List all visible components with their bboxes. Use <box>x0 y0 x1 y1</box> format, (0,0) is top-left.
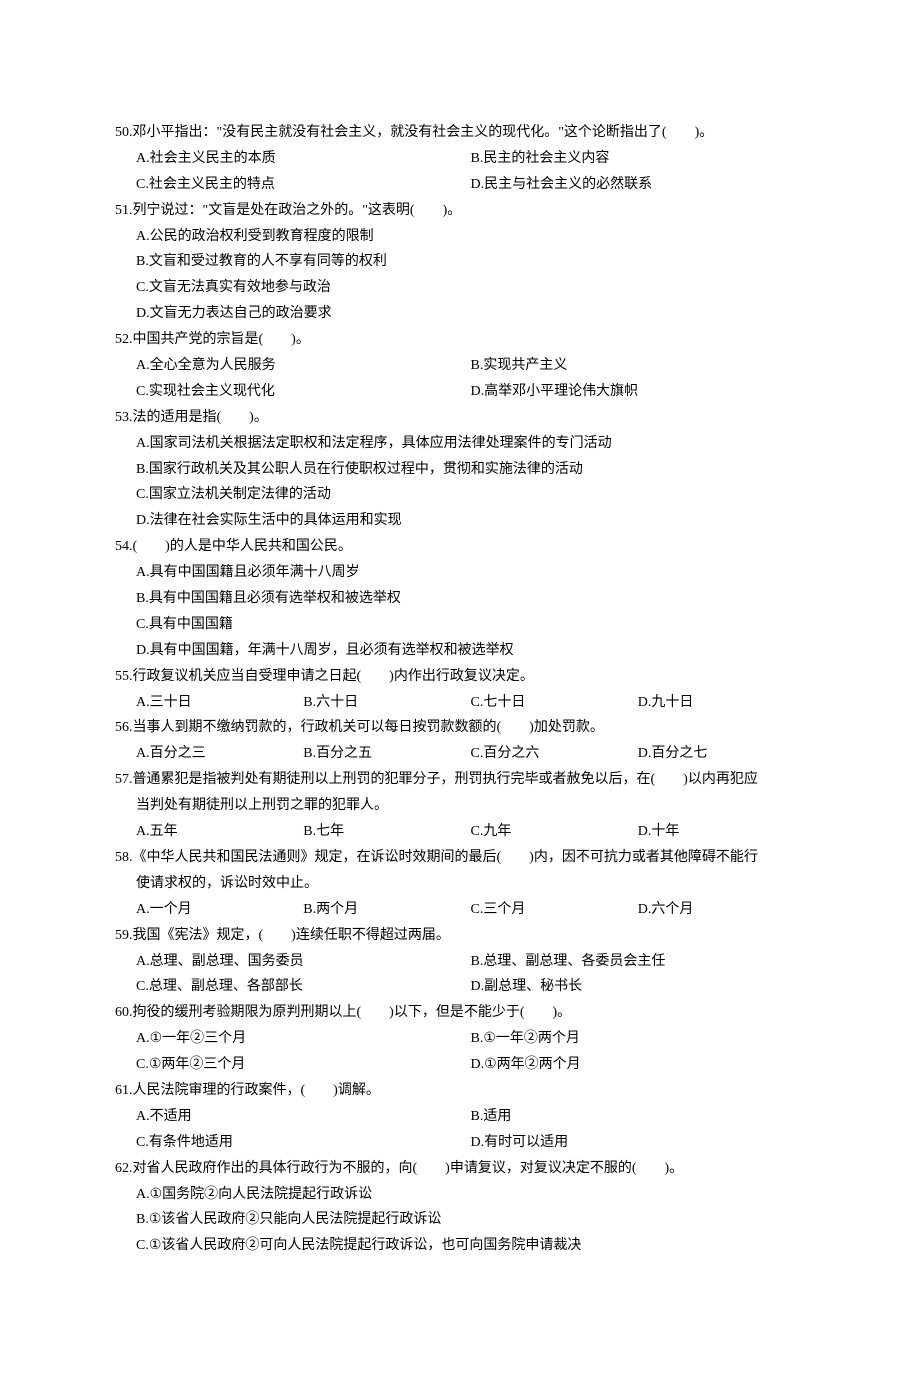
option-a[interactable]: A.社会主义民主的本质 <box>136 146 471 172</box>
question-stem: 58.《中华人民共和国民法通则》规定，在诉讼时效期间的最后( )内，因不可抗力或… <box>115 845 805 871</box>
option-b[interactable]: B.国家行政机关及其公职人员在行使职权过程中，贯彻和实施法律的活动 <box>115 457 805 483</box>
option-d[interactable]: D.①两年②两个月 <box>471 1052 806 1078</box>
option-c[interactable]: C.九年 <box>471 819 638 845</box>
question-stem: 57.普通累犯是指被判处有期徒刑以上刑罚的犯罪分子，刑罚执行完毕或者赦免以后，在… <box>115 767 805 793</box>
option-b[interactable]: B.民主的社会主义内容 <box>471 146 806 172</box>
question-stem: 55.行政复议机关应当自受理申请之日起( )内作出行政复议决定。 <box>115 664 805 690</box>
option-a[interactable]: A.①一年②三个月 <box>136 1026 471 1052</box>
option-a[interactable]: A.全心全意为人民服务 <box>136 353 471 379</box>
option-d[interactable]: D.法律在社会实际生活中的具体运用和实现 <box>115 508 805 534</box>
question-56: 56.当事人到期不缴纳罚款的，行政机关可以每日按罚款数额的( )加处罚款。 A.… <box>115 715 805 767</box>
option-b[interactable]: B.实现共产主义 <box>471 353 806 379</box>
option-a[interactable]: A.百分之三 <box>136 741 303 767</box>
option-d[interactable]: D.六个月 <box>638 897 805 923</box>
option-b[interactable]: B.①该省人民政府②只能向人民法院提起行政诉讼 <box>115 1207 805 1233</box>
option-a[interactable]: A.不适用 <box>136 1104 471 1130</box>
question-61: 61.人民法院审理的行政案件，( )调解。 A.不适用 B.适用 C.有条件地适… <box>115 1078 805 1156</box>
option-c[interactable]: C.实现社会主义现代化 <box>136 379 471 405</box>
option-c[interactable]: C.七十日 <box>471 690 638 716</box>
option-c[interactable]: C.总理、副总理、各部部长 <box>136 974 471 1000</box>
option-d[interactable]: D.十年 <box>638 819 805 845</box>
option-b[interactable]: B.六十日 <box>303 690 470 716</box>
option-c[interactable]: C.国家立法机关制定法律的活动 <box>115 482 805 508</box>
option-b[interactable]: B.适用 <box>471 1104 806 1130</box>
question-53: 53.法的适用是指( )。 A.国家司法机关根据法定职权和法定程序，具体应用法律… <box>115 405 805 534</box>
question-stem: 52.中国共产党的宗旨是( )。 <box>115 327 805 353</box>
question-57: 57.普通累犯是指被判处有期徒刑以上刑罚的犯罪分子，刑罚执行完毕或者赦免以后，在… <box>115 767 805 845</box>
question-50: 50.邓小平指出："没有民主就没有社会主义，就没有社会主义的现代化。"这个论断指… <box>115 120 805 198</box>
option-a[interactable]: A.公民的政治权利受到教育程度的限制 <box>115 224 805 250</box>
option-c[interactable]: C.①该省人民政府②可向人民法院提起行政诉讼，也可向国务院申请裁决 <box>115 1233 805 1259</box>
option-c[interactable]: C.百分之六 <box>471 741 638 767</box>
question-stem: 62.对省人民政府作出的具体行政行为不服的，向( )申请复议，对复议决定不服的(… <box>115 1156 805 1182</box>
option-d[interactable]: D.九十日 <box>638 690 805 716</box>
option-c[interactable]: C.有条件地适用 <box>136 1130 471 1156</box>
option-c[interactable]: C.①两年②三个月 <box>136 1052 471 1078</box>
option-d[interactable]: D.百分之七 <box>638 741 805 767</box>
question-stem: 50.邓小平指出："没有民主就没有社会主义，就没有社会主义的现代化。"这个论断指… <box>115 120 805 146</box>
option-a[interactable]: A.五年 <box>136 819 303 845</box>
option-d[interactable]: D.副总理、秘书长 <box>471 974 806 1000</box>
question-54: 54.( )的人是中华人民共和国公民。 A.具有中国国籍且必须年满十八周岁 B.… <box>115 534 805 663</box>
option-a[interactable]: A.总理、副总理、国务委员 <box>136 949 471 975</box>
question-stem: 56.当事人到期不缴纳罚款的，行政机关可以每日按罚款数额的( )加处罚款。 <box>115 715 805 741</box>
option-b[interactable]: B.两个月 <box>303 897 470 923</box>
question-51: 51.列宁说过："文盲是处在政治之外的。"这表明( )。 A.公民的政治权利受到… <box>115 198 805 327</box>
question-59: 59.我国《宪法》规定，( )连续任职不得超过两届。 A.总理、副总理、国务委员… <box>115 923 805 1001</box>
option-b[interactable]: B.总理、副总理、各委员会主任 <box>471 949 806 975</box>
option-a[interactable]: A.①国务院②向人民法院提起行政诉讼 <box>115 1182 805 1208</box>
question-stem: 53.法的适用是指( )。 <box>115 405 805 431</box>
option-d[interactable]: D.有时可以适用 <box>471 1130 806 1156</box>
question-stem: 59.我国《宪法》规定，( )连续任职不得超过两届。 <box>115 923 805 949</box>
option-b[interactable]: B.百分之五 <box>303 741 470 767</box>
option-a[interactable]: A.国家司法机关根据法定职权和法定程序，具体应用法律处理案件的专门活动 <box>115 431 805 457</box>
option-d[interactable]: D.具有中国国籍，年满十八周岁，且必须有选举权和被选举权 <box>115 638 805 664</box>
question-stem-cont: 当判处有期徒刑以上刑罚之罪的犯罪人。 <box>115 793 805 819</box>
option-a[interactable]: A.三十日 <box>136 690 303 716</box>
option-d[interactable]: D.文盲无力表达自己的政治要求 <box>115 301 805 327</box>
option-c[interactable]: C.文盲无法真实有效地参与政治 <box>115 275 805 301</box>
question-stem: 51.列宁说过："文盲是处在政治之外的。"这表明( )。 <box>115 198 805 224</box>
option-d[interactable]: D.高举邓小平理论伟大旗帜 <box>471 379 806 405</box>
question-60: 60.拘役的缓刑考验期限为原判刑期以上( )以下，但是不能少于( )。 A.①一… <box>115 1000 805 1078</box>
option-b[interactable]: B.七年 <box>303 819 470 845</box>
question-58: 58.《中华人民共和国民法通则》规定，在诉讼时效期间的最后( )内，因不可抗力或… <box>115 845 805 923</box>
option-b[interactable]: B.文盲和受过教育的人不享有同等的权利 <box>115 249 805 275</box>
question-stem: 61.人民法院审理的行政案件，( )调解。 <box>115 1078 805 1104</box>
option-a[interactable]: A.具有中国国籍且必须年满十八周岁 <box>115 560 805 586</box>
option-c[interactable]: C.三个月 <box>471 897 638 923</box>
option-c[interactable]: C.具有中国国籍 <box>115 612 805 638</box>
question-52: 52.中国共产党的宗旨是( )。 A.全心全意为人民服务 B.实现共产主义 C.… <box>115 327 805 405</box>
option-b[interactable]: B.具有中国国籍且必须有选举权和被选举权 <box>115 586 805 612</box>
question-stem: 54.( )的人是中华人民共和国公民。 <box>115 534 805 560</box>
option-d[interactable]: D.民主与社会主义的必然联系 <box>471 172 806 198</box>
option-a[interactable]: A.一个月 <box>136 897 303 923</box>
option-c[interactable]: C.社会主义民主的特点 <box>136 172 471 198</box>
question-stem-cont: 使请求权的，诉讼时效中止。 <box>115 871 805 897</box>
question-62: 62.对省人民政府作出的具体行政行为不服的，向( )申请复议，对复议决定不服的(… <box>115 1156 805 1260</box>
question-55: 55.行政复议机关应当自受理申请之日起( )内作出行政复议决定。 A.三十日 B… <box>115 664 805 716</box>
question-stem: 60.拘役的缓刑考验期限为原判刑期以上( )以下，但是不能少于( )。 <box>115 1000 805 1026</box>
option-b[interactable]: B.①一年②两个月 <box>471 1026 806 1052</box>
